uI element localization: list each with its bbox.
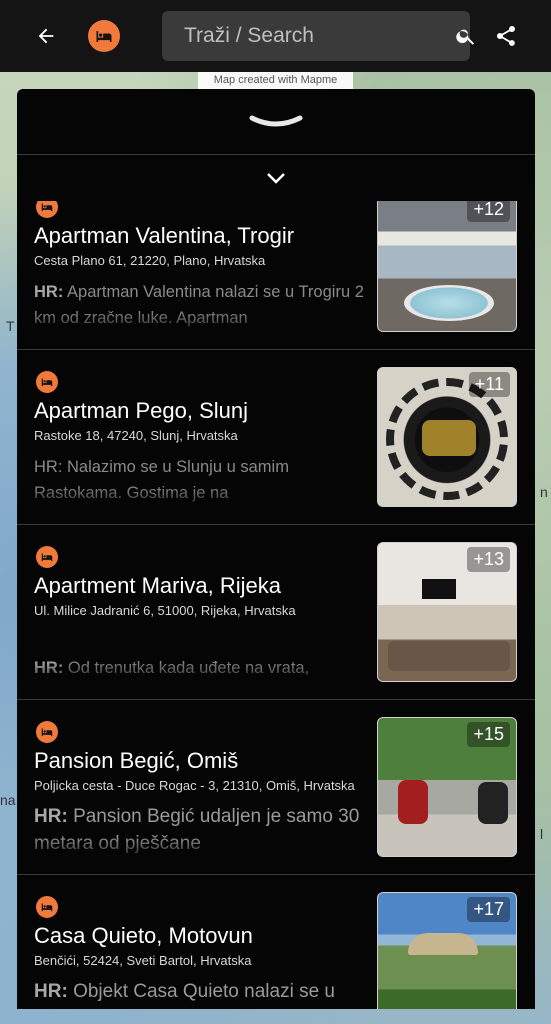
listing-address: Cesta Plano 61, 21220, Plano, Hrvatska [34, 253, 266, 268]
list-item[interactable]: Pansion Begić, Omiš Poljicka cesta - Duc… [17, 700, 535, 875]
listing-address: Rastoke 18, 47240, Slunj, Hrvatska [34, 428, 238, 443]
arrow-left-icon [38, 28, 54, 44]
chevron-down-wide-icon [249, 115, 303, 126]
listing-description: HR: Apartman Valentina nalazi se u Trogi… [34, 279, 369, 335]
listing-photo[interactable]: +13 [377, 542, 517, 682]
back-button[interactable] [28, 18, 64, 54]
listing-title[interactable]: Casa Quieto, Motovun [34, 923, 374, 949]
bed-icon [36, 201, 58, 218]
list-item[interactable]: Casa Quieto, Motovun Benčići, 52424, Sve… [17, 875, 535, 1009]
listing-photo[interactable]: +17 [377, 892, 517, 1009]
listing-description: HR: Nalazimo se u Slunju u samim Rastoka… [34, 454, 369, 510]
listing-title[interactable]: Apartman Valentina, Trogir [34, 223, 374, 249]
listing-title[interactable]: Apartman Pego, Slunj [34, 398, 374, 424]
search-button[interactable] [455, 11, 477, 61]
photo-count: +11 [468, 372, 510, 397]
map-label: na [0, 792, 16, 808]
listing-address: Poljicka cesta - Duce Rogac - 3, 21310, … [34, 778, 355, 793]
listing-title[interactable]: Apartment Mariva, Rijeka [34, 573, 374, 599]
listing-title[interactable]: Pansion Begić, Omiš [34, 748, 374, 774]
listing-description: HR: Objekt Casa Quieto nalazi se u [34, 978, 369, 1009]
photo-count: +17 [467, 897, 510, 922]
list-item[interactable]: Apartman Pego, Slunj Rastoke 18, 47240, … [17, 350, 535, 525]
results-panel: Apartman Valentina, Trogir Cesta Plano 6… [17, 89, 535, 1009]
map-label: l [540, 826, 544, 842]
listing-photo[interactable]: +15 [377, 717, 517, 857]
bed-icon [36, 721, 58, 743]
list-item[interactable]: Apartman Valentina, Trogir Cesta Plano 6… [17, 201, 535, 350]
listing-photo[interactable]: +12 [377, 201, 517, 332]
map-label: n [540, 484, 548, 500]
category-button[interactable] [88, 20, 120, 52]
share-button[interactable] [488, 18, 524, 54]
list-item[interactable]: Apartment Mariva, Rijeka Ul. Milice Jadr… [17, 525, 535, 700]
photo-count: +15 [467, 722, 510, 747]
listing-address: Benčići, 52424, Sveti Bartol, Hrvatska [34, 953, 252, 968]
chevron-down-icon [267, 173, 285, 184]
map-credit[interactable]: Map created with Mapme [198, 72, 353, 89]
bed-icon [36, 546, 58, 568]
collapse-button[interactable] [17, 155, 535, 201]
panel-handle[interactable] [17, 89, 535, 155]
photo-count: +12 [467, 201, 510, 222]
top-bar [0, 0, 551, 72]
bed-icon [96, 31, 112, 42]
magnifier-icon [456, 29, 475, 45]
bed-icon [36, 896, 58, 918]
listing-photo[interactable]: +11 [377, 367, 517, 507]
share-icon [496, 26, 515, 46]
listing-list[interactable]: Apartman Valentina, Trogir Cesta Plano 6… [17, 201, 535, 1009]
bed-icon [36, 371, 58, 393]
search-box[interactable] [162, 11, 475, 61]
listing-description: HR: Od trenutka kada uđete na vrata, [34, 655, 369, 685]
listing-description: HR: Pansion Begić udaljen je samo 30 met… [34, 803, 369, 859]
search-input[interactable] [162, 11, 455, 61]
listing-address: Ul. Milice Jadranić 6, 51000, Rijeka, Hr… [34, 603, 296, 618]
photo-count: +13 [467, 547, 510, 572]
map-label: T [6, 318, 15, 334]
